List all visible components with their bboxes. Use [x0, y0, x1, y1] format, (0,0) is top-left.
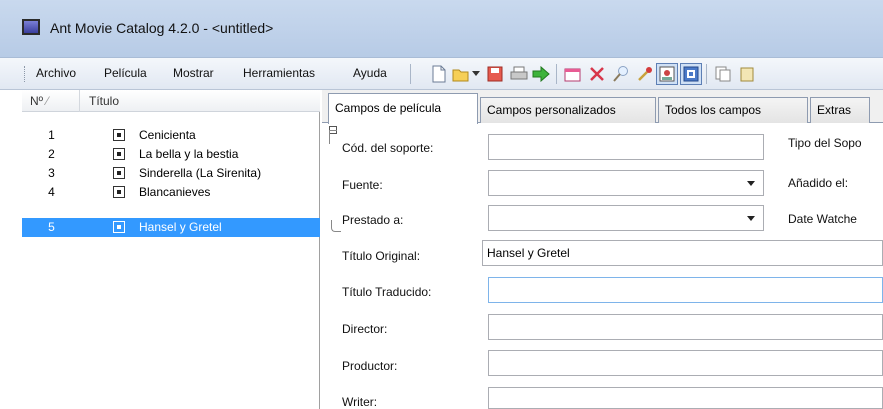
movie-icon: [113, 167, 125, 179]
paste-button[interactable]: [736, 63, 758, 85]
group-bracket: [329, 130, 337, 144]
new-window-button[interactable]: [562, 63, 584, 85]
row-number: 4: [48, 185, 55, 199]
title-bar: Ant Movie Catalog 4.2.0 - <untitled>: [0, 0, 883, 58]
picture-icon: [659, 66, 675, 82]
app-icon: [22, 19, 40, 35]
chevron-down-icon: [747, 181, 755, 186]
producer-field[interactable]: [488, 350, 883, 376]
menu-mostrar[interactable]: Mostrar: [173, 66, 214, 80]
arrow-right-icon: [532, 66, 550, 82]
menu-pelicula[interactable]: Película: [104, 66, 147, 80]
row-number: 1: [48, 128, 55, 142]
list-item[interactable]: 1 Cenicienta: [22, 126, 320, 145]
tools-button[interactable]: [634, 63, 656, 85]
media-field[interactable]: [488, 134, 764, 160]
copy-button[interactable]: [712, 63, 734, 85]
tab-todos-los-campos[interactable]: Todos los campos: [658, 97, 808, 123]
translated-title-label: Título Traducido:: [342, 285, 432, 299]
picture-alt-icon: [683, 66, 699, 82]
director-field[interactable]: [488, 314, 883, 340]
menu-archivo[interactable]: Archivo: [36, 66, 76, 80]
movie-list[interactable]: Nº ⁄ Título 1 Cenicienta 2 La bella y la…: [22, 90, 320, 409]
new-button[interactable]: [428, 63, 450, 85]
group-bracket: [331, 220, 341, 232]
tools-icon: [638, 67, 652, 81]
writer-label: Writer:: [342, 395, 378, 409]
added-label: Añadido el:: [788, 176, 849, 190]
window-title: Ant Movie Catalog 4.2.0 - <untitled>: [50, 20, 274, 36]
list-item[interactable]: 2 La bella y la bestia: [22, 145, 320, 164]
row-number: 3: [48, 166, 55, 180]
tab-extras[interactable]: Extras: [810, 97, 870, 123]
row-title: Blancanieves: [139, 185, 211, 199]
movie-icon: [113, 221, 125, 233]
toolbar-separator: [410, 64, 411, 84]
row-title: Cenicienta: [139, 128, 196, 142]
row-number: 5: [48, 220, 55, 234]
delete-icon: [590, 67, 604, 81]
source-dropdown[interactable]: [488, 170, 764, 196]
menu-toolbar: Archivo Película Mostrar Herramientas Ay…: [0, 58, 883, 90]
original-title-value: Hansel y Gretel: [487, 246, 570, 260]
picture-button[interactable]: [656, 63, 678, 85]
tab-campos-personalizados[interactable]: Campos personalizados: [480, 97, 656, 123]
movie-icon: [113, 186, 125, 198]
search-icon: [613, 66, 628, 82]
translated-title-field[interactable]: [488, 277, 883, 303]
list-item[interactable]: 4 Blancanieves: [22, 183, 320, 202]
search-button[interactable]: [610, 63, 632, 85]
row-title: La bella y la bestia: [139, 147, 239, 161]
toolbar-separator: [706, 64, 707, 84]
grip-icon: [24, 66, 27, 82]
row-title: Hansel y Gretel: [139, 220, 222, 234]
source-label: Fuente:: [342, 178, 383, 192]
add-movie-button[interactable]: [530, 63, 552, 85]
tab-campos-de-pelicula[interactable]: Campos de película: [328, 93, 478, 124]
column-header-number[interactable]: Nº ⁄: [30, 94, 48, 108]
column-divider[interactable]: [79, 90, 80, 112]
open-folder-icon: [452, 69, 469, 82]
row-title: Sinderella (La Sirenita): [139, 166, 262, 180]
borrower-label: Prestado a:: [342, 213, 404, 227]
column-header-title[interactable]: Título: [89, 94, 119, 108]
paste-icon: [740, 67, 754, 82]
list-header: Nº ⁄ Título: [22, 90, 320, 112]
movie-icon: [113, 148, 125, 160]
save-icon: [487, 66, 503, 82]
writer-field[interactable]: [488, 387, 883, 409]
original-title-label: Título Original:: [342, 249, 421, 263]
print-icon: [510, 66, 528, 80]
open-button[interactable]: [450, 63, 472, 85]
toolbar-separator: [556, 64, 557, 84]
director-label: Director:: [342, 322, 388, 336]
media-label: Cód. del soporte:: [342, 141, 434, 155]
media-type-label: Tipo del Sopo: [788, 136, 862, 150]
original-title-field[interactable]: Hansel y Gretel: [482, 240, 883, 266]
print-button[interactable]: [508, 63, 530, 85]
date-watched-label: Date Watche: [788, 212, 857, 226]
open-dropdown-button[interactable]: [470, 63, 482, 85]
list-item[interactable]: 3 Sinderella (La Sirenita): [22, 164, 320, 183]
tab-strip: Campos de película Campos personalizados…: [322, 90, 883, 124]
picture-alt-button[interactable]: [680, 63, 702, 85]
row-number: 2: [48, 147, 55, 161]
new-file-icon: [432, 65, 446, 83]
chevron-down-icon: [747, 216, 755, 221]
save-button[interactable]: [484, 63, 506, 85]
delete-button[interactable]: [586, 63, 608, 85]
borrower-dropdown[interactable]: [488, 205, 764, 231]
menu-herramientas[interactable]: Herramientas: [243, 66, 315, 80]
list-item-selected[interactable]: 5 Hansel y Gretel: [22, 218, 320, 237]
chevron-down-icon: [472, 71, 480, 76]
producer-label: Productor:: [342, 359, 398, 373]
menu-ayuda[interactable]: Ayuda: [353, 66, 387, 80]
copy-icon: [715, 66, 731, 82]
new-window-icon: [564, 68, 581, 82]
movie-icon: [113, 129, 125, 141]
